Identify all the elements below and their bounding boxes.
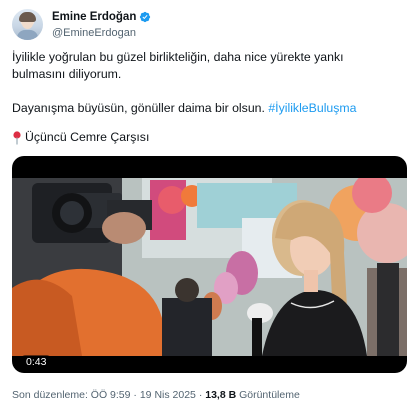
- views-count: 13,8 B: [205, 389, 237, 401]
- name-row: Emine Erdoğan: [52, 10, 151, 25]
- tweet-text: İyilikle yoğrulan bu güzel birlikteliğin…: [12, 49, 400, 146]
- tweet-paragraph-2: Dayanışma büyüsün, gönüller daima bir ol…: [12, 100, 400, 117]
- verified-badge-icon: [140, 11, 151, 23]
- author-handle[interactable]: @EmineErdogan: [52, 27, 151, 39]
- avatar-body: [17, 29, 38, 40]
- tweet-card: Emine Erdoğan @EmineErdogan İyilikle yoğ…: [0, 0, 418, 410]
- author-info: Emine Erdoğan @EmineErdogan: [52, 10, 151, 39]
- author-avatar[interactable]: [12, 8, 43, 40]
- avatar-face: [22, 17, 33, 29]
- location-line: Üçüncü Cemre Çarşısı: [12, 129, 400, 146]
- video-frame: [12, 178, 407, 356]
- tweet-paragraph-2-text: Dayanışma büyüsün, gönüller daima bir ol…: [12, 101, 269, 115]
- edited-label[interactable]: Son düzenleme: ÖÖ 9:59: [12, 389, 131, 401]
- red-pin-icon: [13, 130, 21, 144]
- tweet-paragraph-1: İyilikle yoğrulan bu güzel birlikteliğin…: [12, 50, 344, 81]
- post-date[interactable]: 19 Nis 2025: [140, 389, 196, 401]
- video-duration: 0:43: [22, 355, 51, 369]
- video-player[interactable]: 0:43: [12, 156, 407, 373]
- tweet-header: Emine Erdoğan @EmineErdogan: [12, 8, 407, 40]
- separator: ·: [198, 389, 203, 401]
- author-display-name[interactable]: Emine Erdoğan: [52, 11, 136, 23]
- separator: ·: [133, 389, 137, 401]
- location-text: Üçüncü Cemre Çarşısı: [25, 130, 150, 144]
- tweet-footer: Son düzenleme: ÖÖ 9:59 · 19 Nis 2025 · 1…: [12, 389, 300, 401]
- hashtag-link[interactable]: #İyilikleBuluşma: [268, 101, 356, 115]
- views-label: Görüntüleme: [239, 389, 300, 401]
